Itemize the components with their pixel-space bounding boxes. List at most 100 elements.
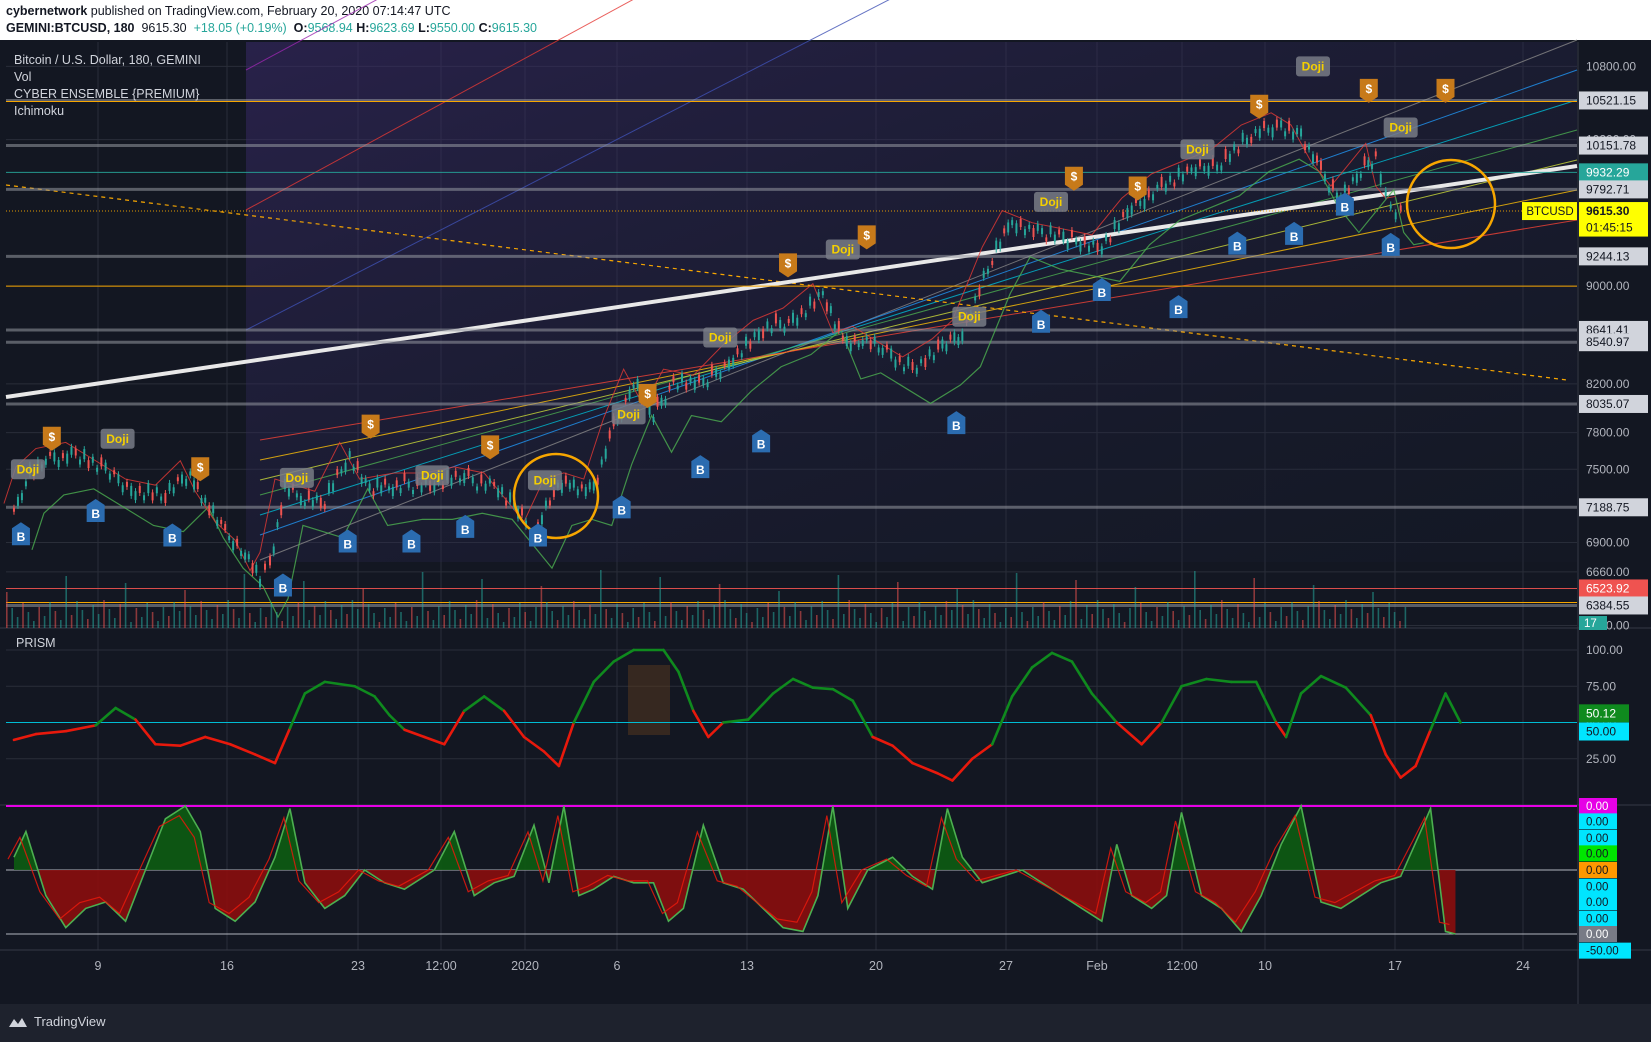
osc-area-negative xyxy=(13,870,1456,934)
volume-bar xyxy=(508,608,510,628)
volume-bar xyxy=(605,609,607,628)
marker-doji[interactable]: Doji xyxy=(1296,56,1331,77)
candle-body xyxy=(1186,166,1189,172)
legend-item[interactable]: Vol xyxy=(14,70,31,84)
marker-buy[interactable]: B xyxy=(163,523,182,547)
volume-bar xyxy=(1059,606,1061,628)
volume-bar xyxy=(513,617,516,628)
candle-body xyxy=(295,493,298,498)
candle-body xyxy=(251,563,254,574)
doji-label: Doji xyxy=(958,310,981,324)
level-badge-label: 7188.75 xyxy=(1586,500,1630,514)
volume-bar xyxy=(983,618,985,628)
prism-segment xyxy=(1205,677,1233,684)
buy-label: B xyxy=(168,531,177,545)
marker-doji[interactable]: Doji xyxy=(1383,117,1418,138)
volume-bar xyxy=(108,609,111,628)
tradingview-logo[interactable]: TradingView xyxy=(8,1014,106,1029)
legend-item[interactable]: Ichimoku xyxy=(14,104,64,118)
candle-body xyxy=(1267,127,1270,133)
marker-doji[interactable]: Doji xyxy=(10,459,45,480)
candle-body xyxy=(168,482,171,491)
marker-doji[interactable]: Doji xyxy=(415,465,450,486)
volume-bar xyxy=(405,621,408,628)
prism-segment xyxy=(1429,692,1447,732)
marker-doji[interactable]: Doji xyxy=(279,467,314,488)
marker-buy[interactable]: B xyxy=(273,573,292,597)
price-tick-label: 6660.00 xyxy=(1586,565,1630,579)
volume-bar xyxy=(1113,604,1115,628)
legend-item[interactable]: Bitcoin / U.S. Dollar, 180, GEMINI xyxy=(14,53,201,67)
candle-body xyxy=(749,341,752,349)
marker-doji[interactable]: Doji xyxy=(825,239,860,260)
candle-body xyxy=(1122,211,1125,217)
volume-bar xyxy=(357,609,359,628)
volume-bar xyxy=(816,615,818,628)
volume-bar xyxy=(589,605,591,628)
marker-doji[interactable]: Doji xyxy=(100,428,135,449)
volume-bar xyxy=(594,614,597,628)
volume-bar xyxy=(232,609,235,628)
marker-sell[interactable]: $ xyxy=(42,426,61,451)
chart-canvas[interactable]: Doji Doji Doji Doji Doji Doji Doji Doji Doji Doji… xyxy=(0,0,1651,1004)
marker-doji[interactable]: Doji xyxy=(952,306,987,327)
volume-bar xyxy=(43,616,46,628)
volume-bar xyxy=(1269,612,1272,628)
prism-segment xyxy=(373,695,391,717)
time-axis: 9 16 23 12:00 2020 6 13 20 27 Feb 12:00 10 17 24 xyxy=(95,959,1530,973)
volume-bar xyxy=(1323,610,1326,628)
volume-bar xyxy=(249,613,251,628)
candle-body xyxy=(467,467,470,476)
candle-body xyxy=(804,313,807,318)
candle-body xyxy=(779,320,782,329)
volume-bar xyxy=(1356,618,1358,628)
volume-bar xyxy=(427,611,429,628)
candle-body xyxy=(344,462,347,472)
marker-buy[interactable]: B xyxy=(86,499,105,523)
prism-segment xyxy=(228,742,257,756)
volume-bar xyxy=(227,600,229,628)
volume-bar xyxy=(475,600,478,628)
candle-body xyxy=(719,372,722,379)
candle-body xyxy=(995,240,998,250)
volume-bar xyxy=(1312,585,1315,628)
candle-body xyxy=(1241,132,1244,142)
candle-body xyxy=(853,335,856,342)
sell-label: $ xyxy=(487,438,494,452)
volume-bar xyxy=(875,622,877,628)
osc-label-text: 0.00 xyxy=(1586,848,1608,860)
volume-bar xyxy=(443,615,445,628)
marker-doji[interactable]: Doji xyxy=(1034,191,1069,212)
prism-segment xyxy=(1414,728,1432,768)
candle-body xyxy=(928,349,931,357)
volume-bar xyxy=(778,591,780,628)
volume-bar xyxy=(1248,622,1250,628)
prism-tick-label: 75.00 xyxy=(1586,679,1616,693)
candle-body xyxy=(540,515,543,525)
candle-body xyxy=(791,312,794,323)
prism-highlight-box xyxy=(628,665,670,735)
volume-bar xyxy=(929,620,931,628)
volume-bar xyxy=(1026,621,1029,628)
candle-body xyxy=(1347,188,1350,195)
candle-body xyxy=(783,326,786,333)
marker-doji[interactable]: Doji xyxy=(611,404,646,425)
candle-body xyxy=(1113,220,1116,230)
prism-segment xyxy=(971,742,994,761)
candle-body xyxy=(592,481,595,491)
prism-segment xyxy=(936,771,954,782)
legend-item[interactable]: CYBER ENSEMBLE {PREMIUM} xyxy=(14,87,199,101)
candle-body xyxy=(1296,128,1299,135)
marker-doji[interactable]: Doji xyxy=(527,470,562,491)
marker-doji[interactable]: Doji xyxy=(1180,139,1215,160)
volume-bar xyxy=(378,622,381,628)
candle-body xyxy=(130,485,133,496)
volume-bar xyxy=(729,609,732,628)
marker-doji[interactable]: Doji xyxy=(703,327,738,348)
marker-buy[interactable]: B xyxy=(11,522,30,546)
volume-bar xyxy=(238,618,240,628)
osc-label-text: -50.00 xyxy=(1586,946,1619,958)
time-tick-label: 2020 xyxy=(511,959,539,973)
volume-bar xyxy=(178,611,181,628)
candle-body xyxy=(1203,166,1206,172)
